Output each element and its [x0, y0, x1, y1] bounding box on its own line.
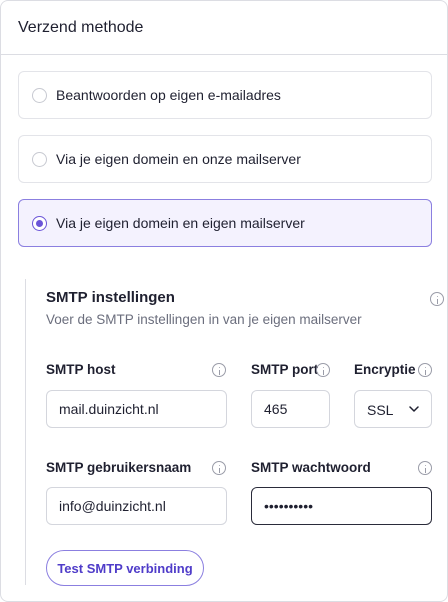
- radio-own-email[interactable]: [32, 88, 47, 103]
- info-icon[interactable]: [418, 363, 432, 377]
- option-label: Via je eigen domein en eigen mailserver: [56, 215, 305, 231]
- card-header: Verzend methode: [1, 1, 447, 55]
- option-own-domain-own-server[interactable]: Via je eigen domein en eigen mailserver: [18, 199, 432, 247]
- smtp-subtitle: Voer de SMTP instellingen in van je eige…: [46, 312, 362, 327]
- info-icon[interactable]: [430, 292, 444, 306]
- radio-own-domain-our-server[interactable]: [32, 152, 47, 167]
- smtp-password-label: SMTP wachtwoord: [251, 460, 371, 475]
- smtp-port-input[interactable]: [251, 390, 330, 428]
- option-own-domain-our-server[interactable]: Via je eigen domein en onze mailserver: [18, 135, 432, 183]
- test-smtp-button[interactable]: Test SMTP verbinding: [46, 550, 204, 586]
- smtp-host-input[interactable]: [46, 390, 227, 428]
- info-icon[interactable]: [418, 461, 432, 475]
- smtp-username-input[interactable]: [46, 487, 227, 525]
- radio-own-domain-own-server[interactable]: [32, 216, 47, 231]
- card-title: Verzend methode: [18, 19, 144, 36]
- option-label: Via je eigen domein en onze mailserver: [56, 151, 301, 167]
- encryption-label: Encryptie: [354, 362, 416, 377]
- smtp-username-label: SMTP gebruikersnaam: [46, 460, 192, 475]
- smtp-settings-section: SMTP instellingen Voer de SMTP instellin…: [25, 279, 447, 586]
- smtp-host-label: SMTP host: [46, 362, 116, 377]
- smtp-port-label: SMTP port: [251, 362, 319, 377]
- encryption-select[interactable]: SSL: [354, 390, 432, 428]
- send-method-card: Verzend methode Beantwoorden op eigen e-…: [0, 0, 448, 602]
- smtp-title: SMTP instellingen: [46, 289, 175, 306]
- info-icon[interactable]: [212, 461, 226, 475]
- info-icon[interactable]: [212, 363, 226, 377]
- smtp-password-input[interactable]: [251, 487, 432, 525]
- option-label: Beantwoorden op eigen e-mailadres: [56, 87, 281, 103]
- option-own-email[interactable]: Beantwoorden op eigen e-mailadres: [18, 71, 432, 119]
- info-icon[interactable]: [316, 363, 330, 377]
- encryption-value: SSL: [367, 402, 394, 418]
- chevron-down-icon: [409, 406, 419, 412]
